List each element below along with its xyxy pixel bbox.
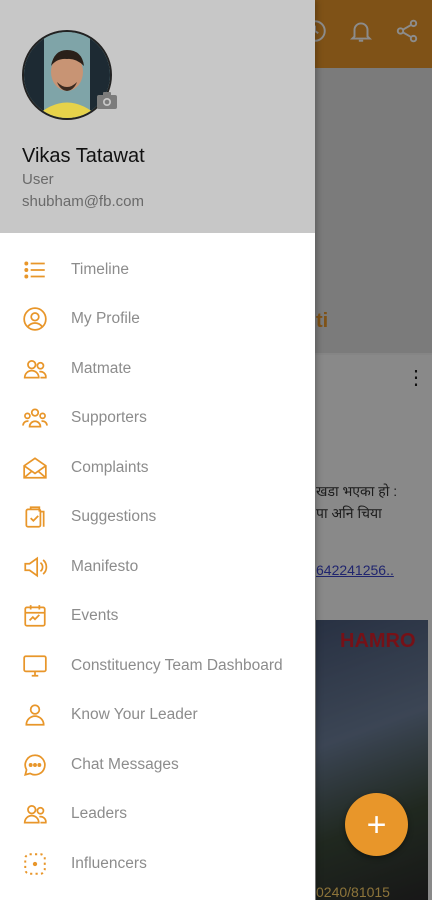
menu-item-constituency-team-dashboard[interactable]: Constituency Team Dashboard [0, 641, 315, 691]
menu-item-label: Know Your Leader [71, 706, 198, 724]
menu-item-know-your-leader[interactable]: Know Your Leader [0, 691, 315, 741]
drawer-menu: Timeline My Profile Matmate Supporters C… [0, 245, 315, 889]
menu-item-label: Leaders [71, 805, 128, 823]
menu-item-label: Manifesto [71, 557, 139, 575]
menu-item-complaints[interactable]: Complaints [0, 443, 315, 493]
menu-item-label: Complaints [71, 458, 149, 476]
camera-icon[interactable] [96, 90, 118, 110]
monitor-icon [22, 653, 48, 679]
user-circle-icon [22, 306, 48, 332]
menu-item-label: Chat Messages [71, 755, 179, 773]
menu-item-manifesto[interactable]: Manifesto [0, 542, 315, 592]
plus-icon: + [366, 805, 387, 844]
menu-item-label: My Profile [71, 310, 140, 328]
menu-item-label: Supporters [71, 409, 147, 427]
menu-item-leaders[interactable]: Leaders [0, 790, 315, 840]
menu-item-label: Timeline [71, 260, 129, 278]
menu-item-label: Constituency Team Dashboard [71, 656, 283, 674]
clipboard-check-icon [22, 504, 48, 530]
profile-role: User [22, 171, 54, 188]
menu-item-influencers[interactable]: Influencers [0, 839, 315, 889]
group-icon [22, 405, 48, 431]
menu-item-chat-messages[interactable]: Chat Messages [0, 740, 315, 790]
avatar-container[interactable] [22, 30, 117, 120]
list-icon [22, 257, 48, 283]
calendar-icon [22, 603, 48, 629]
menu-item-suggestions[interactable]: Suggestions [0, 493, 315, 543]
menu-item-timeline[interactable]: Timeline [0, 245, 315, 295]
megaphone-icon [22, 554, 48, 580]
profile-name: Vikas Tatawat [22, 145, 145, 167]
profile-email: shubham@fb.com [22, 193, 144, 210]
navigation-drawer: Vikas Tatawat User shubham@fb.com Timeli… [0, 0, 315, 900]
menu-item-label: Suggestions [71, 508, 157, 526]
menu-item-label: Matmate [71, 359, 132, 377]
menu-item-label: Influencers [71, 854, 147, 872]
menu-item-matmate[interactable]: Matmate [0, 344, 315, 394]
add-fab-button[interactable]: + [345, 793, 408, 856]
drawer-header: Vikas Tatawat User shubham@fb.com [0, 0, 315, 233]
menu-item-my-profile[interactable]: My Profile [0, 295, 315, 345]
users-icon [22, 356, 48, 382]
person-icon [22, 702, 48, 728]
chat-bubble-icon [22, 752, 48, 778]
dotted-frame-icon [22, 851, 48, 877]
envelope-open-icon [22, 455, 48, 481]
menu-item-supporters[interactable]: Supporters [0, 394, 315, 444]
users-icon [22, 801, 48, 827]
menu-item-events[interactable]: Events [0, 592, 315, 642]
menu-item-label: Events [71, 607, 119, 625]
